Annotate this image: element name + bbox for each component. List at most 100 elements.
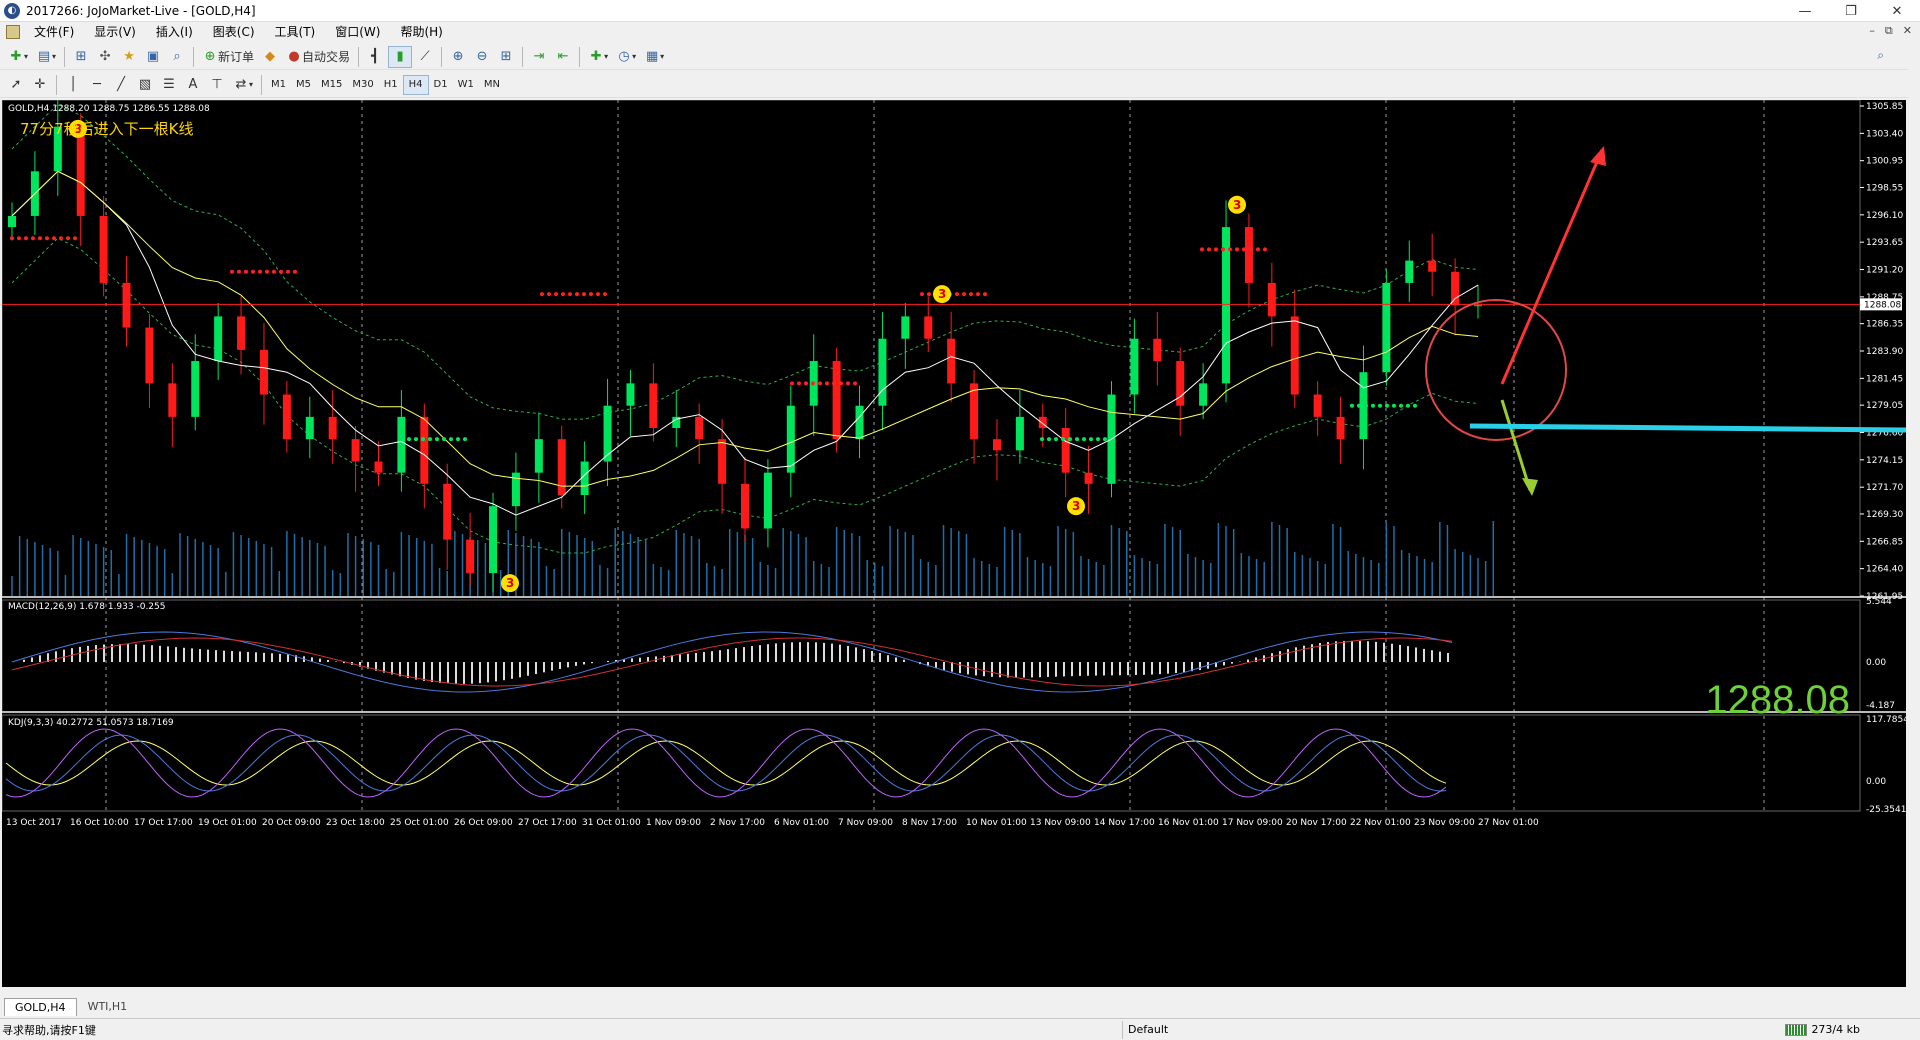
upper-band-line bbox=[11, 103, 1479, 420]
timeframe-m1[interactable]: M1 bbox=[266, 75, 291, 95]
cursor-button[interactable]: ➚ bbox=[5, 74, 27, 96]
mdi-close-icon[interactable]: ✕ bbox=[1903, 24, 1912, 38]
signal-dot bbox=[853, 381, 857, 386]
menu-file[interactable]: 文件(F) bbox=[24, 22, 84, 42]
time-axis-label: 22 Nov 01:00 bbox=[1350, 818, 1411, 828]
time-axis-label: 26 Oct 09:00 bbox=[454, 818, 513, 828]
candle-body bbox=[557, 439, 566, 495]
templates-button[interactable]: ▦ ▾ bbox=[641, 46, 667, 68]
profiles-button[interactable]: ▤ ▾ bbox=[33, 46, 59, 68]
tile-windows-button[interactable]: ⊞ bbox=[495, 46, 517, 68]
signal-dot bbox=[839, 381, 843, 386]
candle-body bbox=[466, 539, 475, 574]
signal-dot bbox=[589, 292, 593, 297]
candle-body bbox=[970, 383, 979, 440]
menu-view[interactable]: 显示(V) bbox=[84, 22, 146, 42]
menu-window[interactable]: 窗口(W) bbox=[325, 22, 390, 42]
signal-dot bbox=[969, 292, 973, 297]
toolbar-separator bbox=[358, 46, 360, 67]
macd-label: MACD(12,26,9) 1.678 1.933 -0.255 bbox=[8, 602, 166, 612]
signal-dot bbox=[1207, 247, 1211, 252]
market-watch-button[interactable]: ⊞ bbox=[70, 46, 92, 68]
fibonacci-button[interactable]: ☰ bbox=[158, 74, 180, 96]
timeframe-mn[interactable]: MN bbox=[479, 75, 505, 95]
signal-dot bbox=[1406, 403, 1410, 408]
metaeditor-button[interactable]: ◆ bbox=[259, 46, 281, 68]
strategy-tester-button[interactable]: ⌕ bbox=[166, 46, 188, 68]
arrows-button[interactable]: ⇄ ▾ bbox=[230, 74, 256, 96]
periods-button[interactable]: ◷ ▾ bbox=[613, 46, 639, 68]
signal-dot bbox=[279, 269, 283, 274]
horizontal-line-button[interactable]: ─ bbox=[86, 74, 108, 96]
timeframe-h1[interactable]: H1 bbox=[379, 75, 403, 95]
mdi-restore-icon[interactable]: ⧉ bbox=[1885, 24, 1893, 38]
autoscroll-button[interactable]: ⇥ bbox=[528, 46, 550, 68]
tab-gold-h4[interactable]: GOLD,H4 bbox=[4, 998, 77, 1016]
right-scrollbar[interactable] bbox=[1908, 44, 1920, 988]
zoom-in-button[interactable]: ⊕ bbox=[447, 46, 469, 68]
chart-shift-button[interactable]: ⇤ bbox=[552, 46, 574, 68]
time-axis-label: 17 Nov 09:00 bbox=[1222, 818, 1283, 828]
auto-trading-button[interactable]: ● 自动交易 bbox=[283, 46, 353, 68]
time-axis-label: 14 Nov 17:00 bbox=[1094, 818, 1155, 828]
bar-chart-button[interactable]: ┫ bbox=[364, 46, 386, 68]
candlestick-button[interactable]: ▮ bbox=[388, 45, 413, 68]
data-window-button[interactable]: ✣ bbox=[94, 46, 116, 68]
restore-button[interactable]: ❐ bbox=[1828, 0, 1874, 22]
candle-body bbox=[1290, 316, 1299, 395]
menu-tools[interactable]: 工具(T) bbox=[265, 22, 326, 42]
timeframe-h4[interactable]: H4 bbox=[402, 74, 429, 95]
zoom-in-icon: ⊕ bbox=[452, 49, 464, 64]
timeframe-w1[interactable]: W1 bbox=[453, 75, 479, 95]
candle-body bbox=[99, 215, 108, 283]
price-chart-canvas[interactable]: 13 Oct 2017 16 Oct 10:00 17 Oct 17:00 19 Oc… bbox=[2, 100, 1906, 987]
menu-charts[interactable]: 图表(C) bbox=[203, 22, 265, 42]
time-axis-label: 20 Oct 09:00 bbox=[262, 818, 321, 828]
menu-help[interactable]: 帮助(H) bbox=[390, 22, 452, 42]
close-button[interactable]: ✕ bbox=[1874, 0, 1920, 22]
timeframe-m5[interactable]: M5 bbox=[291, 75, 316, 95]
chart-window-icon[interactable] bbox=[6, 25, 20, 39]
tab-wti-h1[interactable]: WTI,H1 bbox=[77, 997, 139, 1016]
signal-marker-label: 3 bbox=[1233, 198, 1241, 212]
channel-button[interactable]: ▧ bbox=[134, 74, 156, 96]
current-price-tag: 1288.08 bbox=[1864, 300, 1901, 310]
signal-marker-label: 3 bbox=[938, 287, 946, 301]
signal-dot bbox=[463, 437, 467, 442]
signal-dot bbox=[1089, 437, 1093, 442]
line-chart-button[interactable]: ⟋ bbox=[414, 46, 436, 68]
chart-window[interactable]: 13 Oct 2017 16 Oct 10:00 17 Oct 17:00 19 Oc… bbox=[2, 100, 1906, 987]
vertical-line-icon: │ bbox=[69, 77, 77, 92]
signal-dot bbox=[1040, 437, 1044, 442]
candle-body bbox=[489, 506, 498, 574]
candle-body bbox=[1428, 260, 1437, 272]
signal-dot bbox=[554, 292, 558, 297]
signal-dot bbox=[45, 236, 49, 241]
terminal-button[interactable]: ▣ bbox=[142, 46, 164, 68]
new-chart-button[interactable]: ✚ ▾ bbox=[5, 46, 31, 68]
indicators-button[interactable]: ✚ ▾ bbox=[585, 46, 611, 68]
standard-toolbar: ✚ ▾ ▤ ▾ ⊞ ✣ ★ ▣ ⌕ ⊕ 新订单 ◆ ● 自动交易 ┫ ▮ ⟋ ⊕ ⊖ ⊞… bbox=[0, 44, 1920, 70]
navigator-button[interactable]: ★ bbox=[118, 46, 140, 68]
trendline-button[interactable]: ╱ bbox=[110, 74, 132, 96]
templates-icon: ▦ bbox=[645, 49, 659, 64]
signal-dot bbox=[1263, 247, 1267, 252]
signal-dot bbox=[1103, 437, 1107, 442]
crosshair-button[interactable]: ✛ bbox=[29, 74, 51, 96]
menu-insert[interactable]: 插入(I) bbox=[146, 22, 203, 42]
minimize-button[interactable]: — bbox=[1782, 0, 1828, 22]
signal-dot bbox=[1082, 437, 1086, 442]
text-label-button[interactable]: ⊤ bbox=[206, 74, 228, 96]
timeframe-m15[interactable]: M15 bbox=[316, 75, 347, 95]
signal-dot bbox=[1364, 403, 1368, 408]
signal-dot bbox=[983, 292, 987, 297]
timeframe-d1[interactable]: D1 bbox=[429, 75, 453, 95]
kdj-line bbox=[5, 728, 1447, 798]
search-icon[interactable]: ⌕ bbox=[1877, 48, 1884, 63]
vertical-line-button[interactable]: │ bbox=[62, 74, 84, 96]
mdi-minimize-icon[interactable]: – bbox=[1869, 24, 1875, 38]
zoom-out-button[interactable]: ⊖ bbox=[471, 46, 493, 68]
new-order-button[interactable]: ⊕ 新订单 bbox=[199, 46, 257, 68]
timeframe-m30[interactable]: M30 bbox=[347, 75, 378, 95]
text-button[interactable]: A bbox=[182, 74, 204, 96]
